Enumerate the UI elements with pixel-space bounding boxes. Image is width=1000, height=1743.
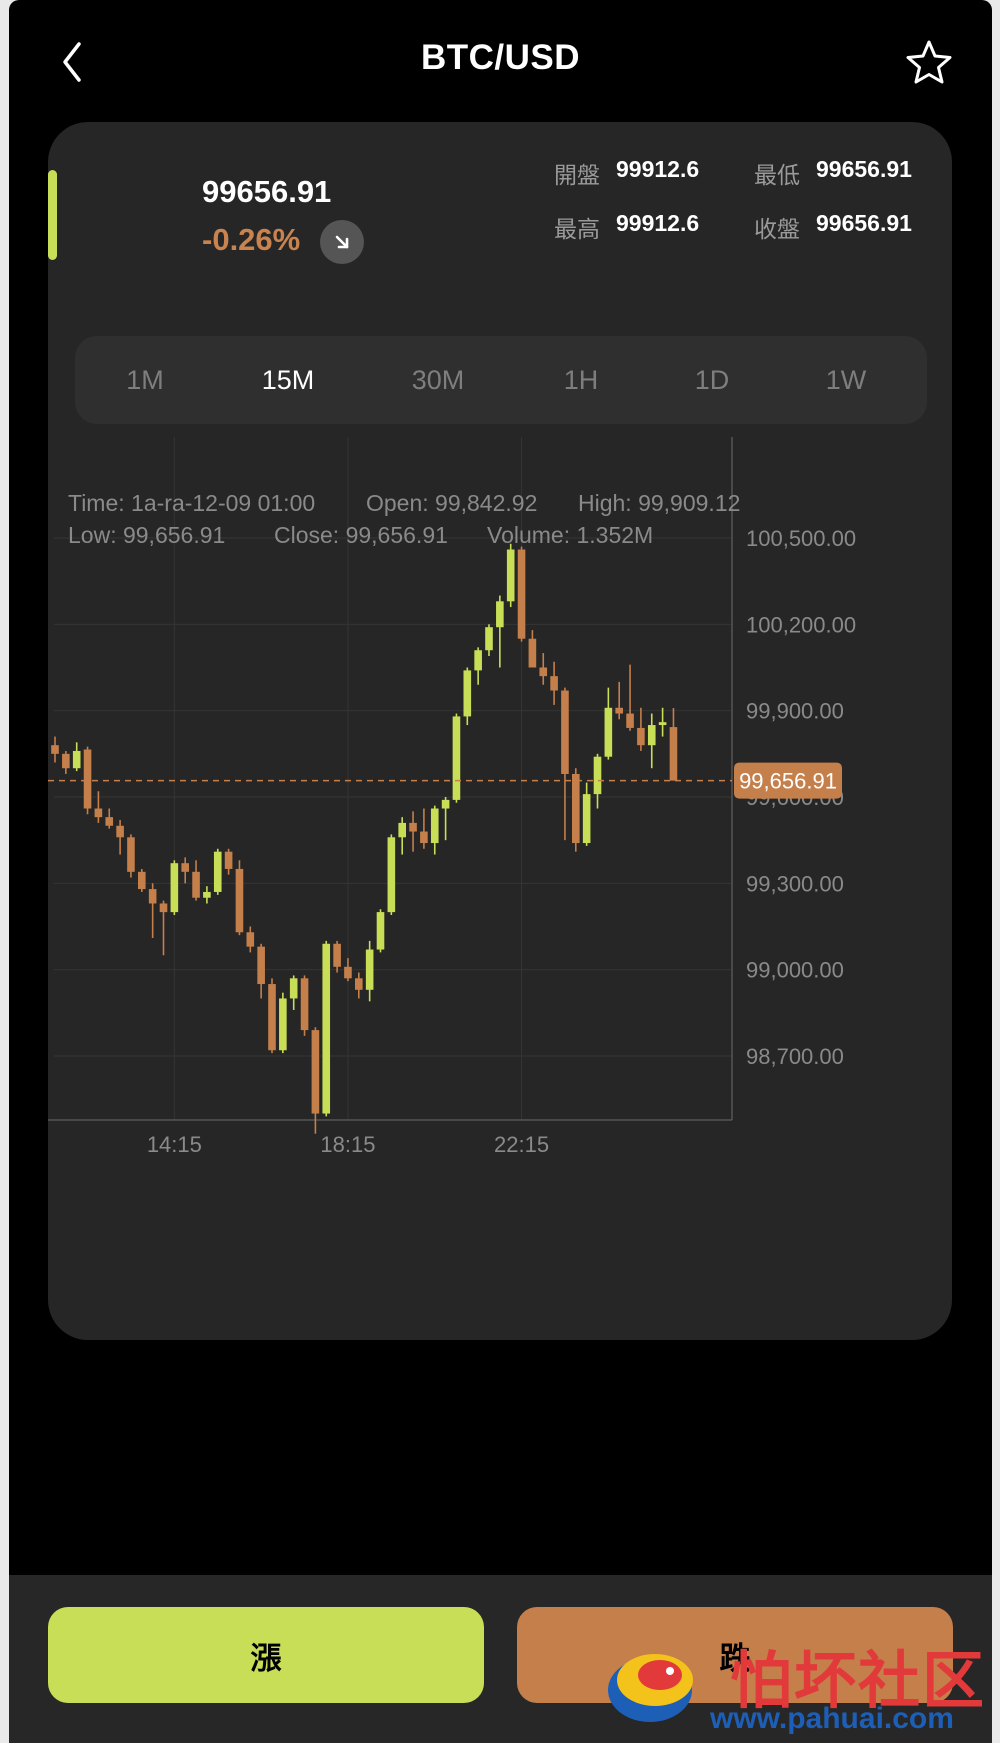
- candle-body: [528, 638, 537, 668]
- candle-body: [94, 808, 103, 818]
- top-nav-bar: BTC/USD: [9, 0, 992, 122]
- candle-body: [51, 745, 59, 754]
- candle-body: [658, 722, 667, 726]
- x-tick-label: 14:15: [147, 1132, 202, 1157]
- candle-body: [517, 549, 526, 639]
- candle-body: [572, 773, 580, 844]
- x-tick-label: 18:15: [320, 1132, 375, 1157]
- candle-body: [669, 727, 678, 781]
- fish-logo-icon: [608, 1654, 693, 1722]
- candle-body: [398, 822, 406, 838]
- candle-body: [235, 868, 244, 933]
- candle-body: [474, 650, 482, 671]
- price-card: 99656.91 -0.26% 開盤 99912.6 最低 99656.91 最…: [48, 122, 952, 1340]
- candle-body: [116, 825, 124, 838]
- rise-button[interactable]: 漲: [48, 1607, 484, 1703]
- candle-body: [593, 756, 602, 795]
- candle-body: [376, 912, 385, 950]
- candle-body: [441, 799, 450, 809]
- candle-body: [83, 749, 92, 809]
- candle-body: [257, 946, 265, 985]
- y-tick-label: 99,000.00: [746, 958, 844, 983]
- candle-body: [224, 851, 233, 869]
- tooltip-open: Open: 99,842.92: [366, 490, 538, 516]
- candle-body: [62, 753, 70, 769]
- candle-body: [615, 707, 623, 714]
- tooltip-high: High: 99,909.12: [578, 490, 741, 516]
- watermark-url: www.pahuai.com: [710, 1702, 954, 1735]
- candle-body: [148, 889, 157, 904]
- tooltip-time: Time: 1a-ra-12-09 01:00: [68, 490, 316, 516]
- candle-body: [485, 627, 493, 651]
- candle-body: [550, 676, 558, 691]
- candle-body: [203, 891, 211, 898]
- candle-body: [181, 863, 189, 872]
- candlestick-chart[interactable]: 100,500.00100,200.0099,900.0099,600.0099…: [48, 122, 952, 1340]
- candle-body: [289, 978, 298, 999]
- candle-body: [159, 903, 168, 913]
- candle-body: [561, 690, 569, 774]
- candle-body: [192, 871, 200, 898]
- candle-body: [496, 601, 504, 628]
- y-tick-label: 100,500.00: [746, 526, 856, 551]
- candle-body: [387, 837, 396, 913]
- candle-body: [213, 851, 222, 892]
- app-screen: BTC/USD 99656.91 -0.26% 開盤 99912.6 最低 99…: [9, 0, 992, 1743]
- candle-body: [420, 831, 428, 844]
- candle-body: [582, 794, 591, 844]
- tooltip-close: Close: 99,656.91: [274, 522, 448, 548]
- candle-body: [268, 984, 276, 1051]
- candle-body: [430, 808, 439, 844]
- candle-body: [333, 943, 341, 967]
- candle-body: [105, 817, 114, 826]
- tooltip-volume: Volume: 1.352M: [487, 522, 654, 548]
- candle-body: [647, 725, 656, 746]
- watermark-logo: 怕坏社区 www.pahuai.com: [600, 1630, 992, 1743]
- candle-body: [604, 707, 613, 757]
- candle-body: [452, 716, 461, 800]
- candle-body: [626, 713, 634, 728]
- candle-body: [506, 549, 515, 602]
- candle-body: [355, 978, 363, 990]
- candle-body: [72, 750, 81, 769]
- candle-body: [344, 966, 352, 979]
- candle-body: [311, 1030, 320, 1114]
- candle-body: [246, 932, 255, 947]
- star-outline-icon: [906, 40, 952, 84]
- tooltip-low: Low: 99,656.91: [68, 522, 226, 548]
- y-tick-label: 98,700.00: [746, 1044, 844, 1069]
- candle-body: [409, 822, 417, 832]
- y-tick-label: 99,300.00: [746, 871, 844, 896]
- candle-body: [637, 727, 645, 746]
- candle-body: [127, 837, 135, 872]
- page-title: BTC/USD: [420, 38, 581, 77]
- candle-body: [300, 978, 309, 1031]
- candle-body: [365, 949, 374, 990]
- y-tick-label: 99,900.00: [746, 699, 844, 724]
- candle-body: [322, 943, 331, 1114]
- favorite-button[interactable]: [904, 38, 954, 88]
- candle-body: [138, 871, 146, 890]
- candle-body: [463, 670, 472, 717]
- current-price-label: 99,656.91: [739, 769, 837, 794]
- y-tick-label: 100,200.00: [746, 612, 856, 637]
- candle-body: [170, 863, 179, 913]
- candle-body: [279, 998, 287, 1051]
- candle-body: [539, 667, 548, 677]
- x-tick-label: 22:15: [494, 1132, 549, 1157]
